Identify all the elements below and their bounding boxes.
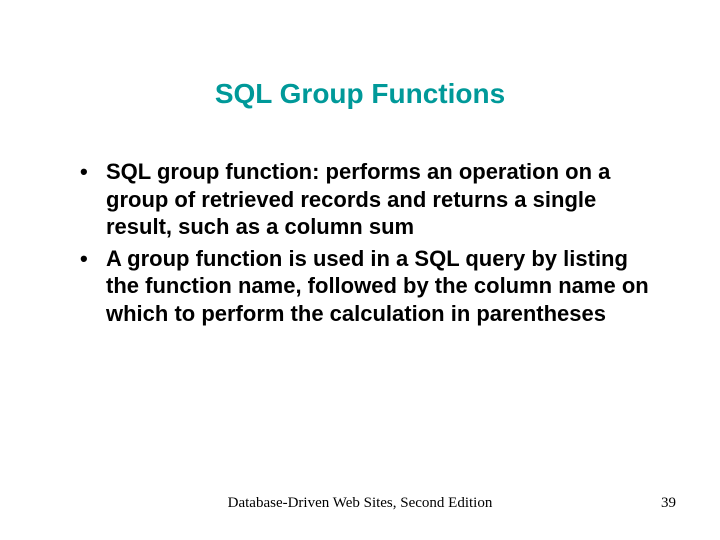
page-number: 39: [661, 495, 676, 512]
slide: SQL Group Functions SQL group function: …: [0, 0, 720, 540]
list-item: A group function is used in a SQL query …: [78, 245, 660, 328]
footer-text: Database-Driven Web Sites, Second Editio…: [0, 495, 720, 512]
bullet-list: SQL group function: performs an operatio…: [60, 158, 660, 327]
slide-title: SQL Group Functions: [60, 78, 660, 110]
list-item: SQL group function: performs an operatio…: [78, 158, 660, 241]
